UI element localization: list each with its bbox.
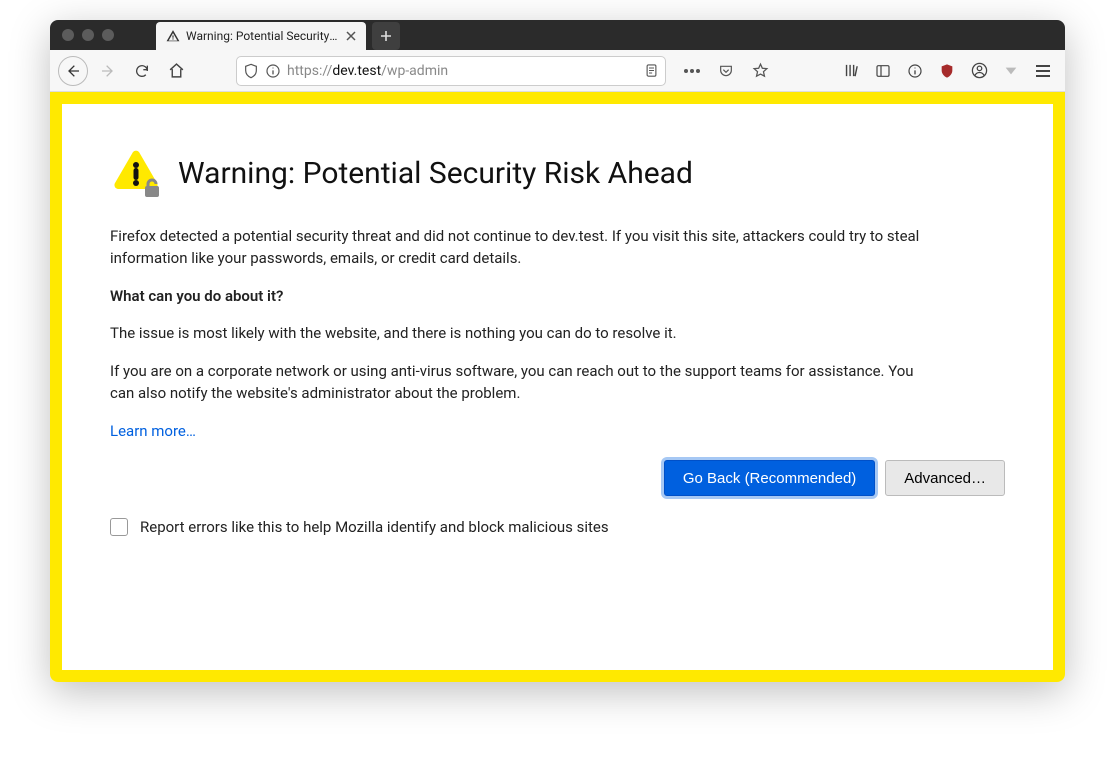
tab-title: Warning: Potential Security Risk [186, 29, 338, 43]
advice-1: The issue is most likely with the websit… [110, 323, 940, 345]
bookmark-star-icon[interactable] [746, 57, 774, 85]
library-icon[interactable] [837, 57, 865, 85]
learn-more-link[interactable]: Learn more… [110, 422, 196, 440]
page-title: Warning: Potential Security Risk Ahead [178, 156, 693, 191]
window-controls [50, 29, 156, 41]
tabstrip: Warning: Potential Security Risk [156, 20, 1065, 50]
chevron-down-icon[interactable] [997, 57, 1025, 85]
extension-info-icon[interactable] [901, 57, 929, 85]
action-buttons: Go Back (Recommended) Advanced… [110, 460, 1005, 496]
warning-triangle-icon [110, 148, 160, 198]
titlebar: Warning: Potential Security Risk [50, 20, 1065, 50]
url-text: https://dev.test/wp-admin [287, 63, 638, 79]
account-icon[interactable] [965, 57, 993, 85]
browser-window: Warning: Potential Security Risk [50, 20, 1065, 682]
info-icon[interactable] [265, 63, 281, 79]
go-back-button[interactable]: Go Back (Recommended) [664, 460, 875, 496]
advice-2: If you are on a corporate network or usi… [110, 361, 940, 405]
sidebar-icon[interactable] [869, 57, 897, 85]
zoom-window-button[interactable] [102, 29, 114, 41]
viewport: Warning: Potential Security Risk Ahead F… [50, 92, 1065, 682]
new-tab-button[interactable] [372, 22, 400, 50]
report-errors-row: Report errors like this to help Mozilla … [110, 518, 1005, 536]
subheading: What can you do about it? [110, 287, 283, 305]
reader-mode-icon[interactable] [644, 63, 659, 78]
close-tab-button[interactable] [344, 29, 358, 43]
toolbar-right [837, 57, 1057, 85]
intro-text: Firefox detected a potential security th… [110, 226, 940, 270]
reload-button[interactable] [128, 57, 156, 85]
minimize-window-button[interactable] [82, 29, 94, 41]
report-errors-checkbox[interactable] [110, 518, 128, 536]
error-page: Warning: Potential Security Risk Ahead F… [62, 104, 1053, 670]
home-button[interactable] [162, 57, 190, 85]
back-button[interactable] [58, 56, 88, 86]
page-header: Warning: Potential Security Risk Ahead [110, 148, 1005, 198]
warning-icon [166, 29, 180, 43]
tab-active[interactable]: Warning: Potential Security Risk [156, 22, 366, 50]
nav-toolbar: https://dev.test/wp-admin [50, 50, 1065, 92]
close-window-button[interactable] [62, 29, 74, 41]
page-body: Firefox detected a potential security th… [110, 226, 940, 442]
pocket-icon[interactable] [712, 57, 740, 85]
shield-icon[interactable] [243, 63, 259, 79]
forward-button[interactable] [94, 57, 122, 85]
report-errors-label: Report errors like this to help Mozilla … [140, 518, 609, 536]
app-menu-button[interactable] [1029, 57, 1057, 85]
ublock-icon[interactable] [933, 57, 961, 85]
url-bar[interactable]: https://dev.test/wp-admin [236, 56, 666, 86]
advanced-button[interactable]: Advanced… [885, 460, 1005, 496]
page-actions-button[interactable] [678, 57, 706, 85]
